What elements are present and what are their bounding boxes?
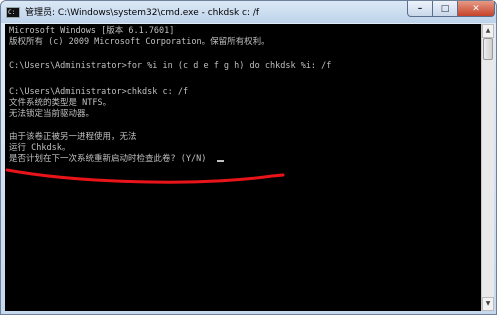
red-underline-annotation (5, 168, 285, 184)
